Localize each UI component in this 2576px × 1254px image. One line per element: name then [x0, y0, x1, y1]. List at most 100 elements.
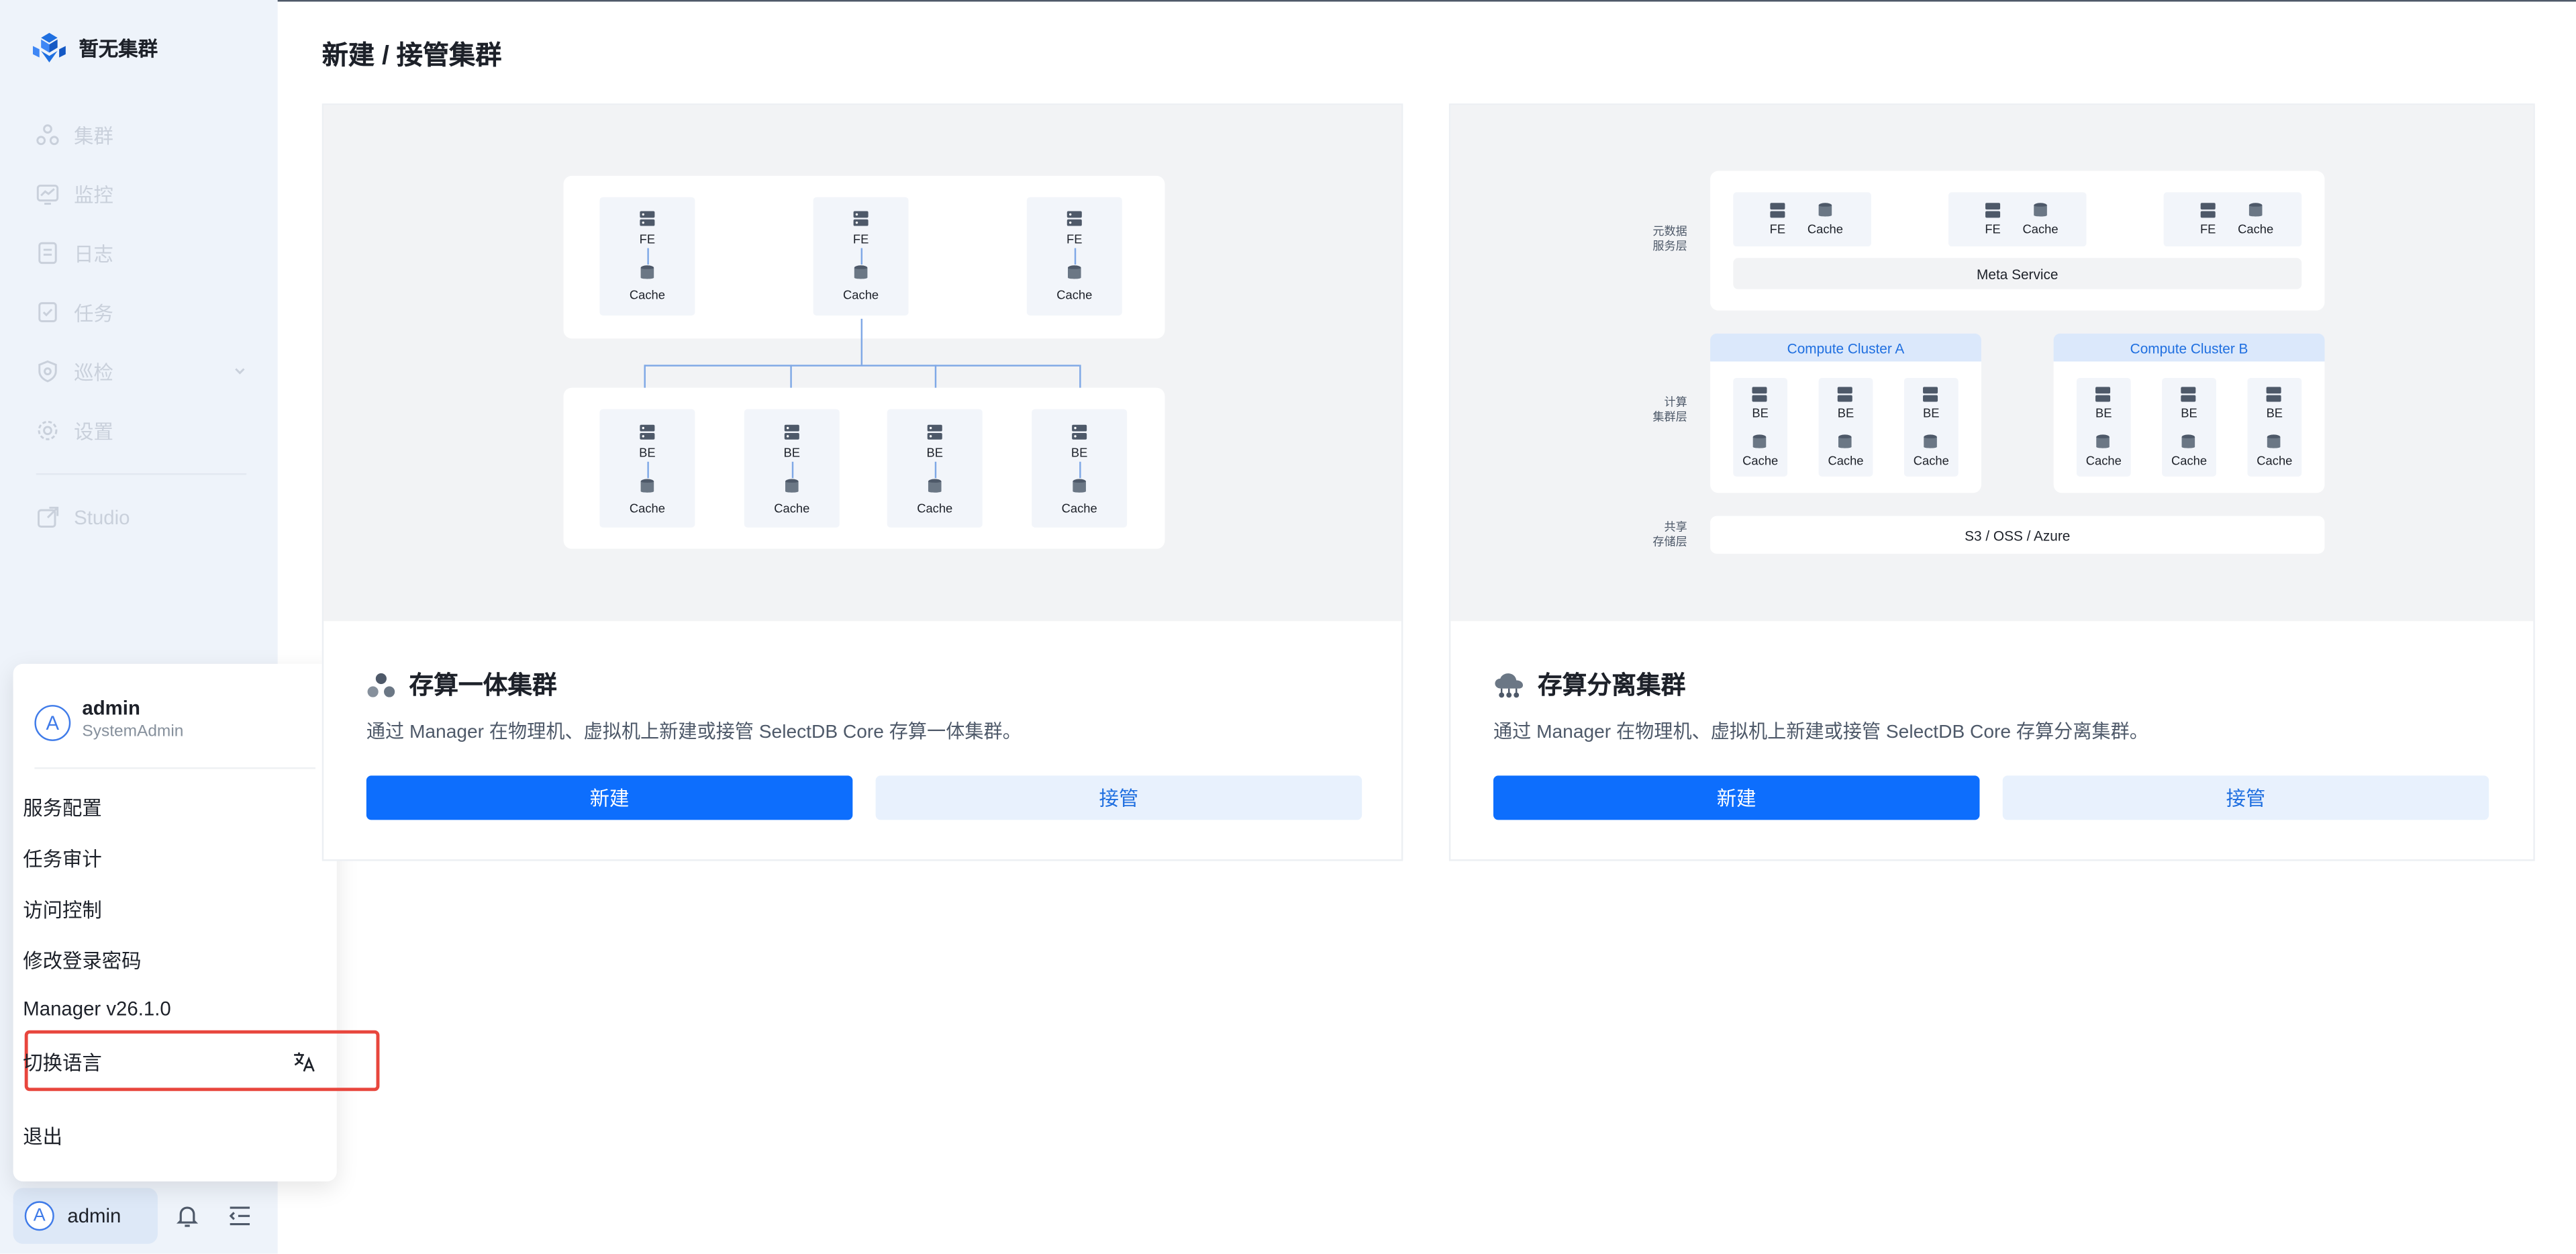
- fe-node: FE Cache: [813, 197, 909, 316]
- node-label: BE: [639, 445, 656, 461]
- node-label: Cache: [2085, 453, 2122, 469]
- database-icon: [2248, 203, 2263, 217]
- user-menu-trigger[interactable]: A admin: [13, 1188, 158, 1244]
- user-info: A admin SystemAdmin: [34, 697, 183, 741]
- takeover-button[interactable]: 接管: [875, 775, 1363, 820]
- be-node: BE Cache: [599, 409, 695, 528]
- menu-item-version: Manager v26.1.0: [23, 997, 171, 1021]
- database-icon: [2267, 434, 2281, 448]
- database-icon: [1068, 265, 1081, 279]
- sidebar-item-monitor[interactable]: 监控: [36, 164, 246, 224]
- storage-bar: S3 / OSS / Azure: [1710, 516, 2325, 554]
- menu-item-access-control[interactable]: 访问控制: [23, 896, 102, 924]
- menu-item-task-audit[interactable]: 任务审计: [23, 845, 102, 873]
- node-label: BE: [2266, 405, 2283, 421]
- server-icon: [1837, 387, 1852, 402]
- node-connector: [860, 248, 863, 265]
- layer-label-storage: 共享 存储层: [1652, 522, 1687, 549]
- menu-item-logout[interactable]: 退出: [23, 1122, 62, 1151]
- user-role: SystemAdmin: [82, 722, 184, 741]
- be-node: BE Cache: [1733, 377, 1788, 477]
- database-icon: [1818, 203, 1832, 217]
- monitor-icon: [36, 185, 59, 205]
- node-label: Cache: [629, 287, 665, 303]
- fe-node: FE Cache: [1026, 197, 1122, 316]
- settings-icon: [38, 420, 58, 440]
- node-connector: [647, 461, 649, 479]
- fe-cache-pair: FE Cache: [1733, 192, 1871, 247]
- node-label: Cache: [629, 501, 665, 516]
- fe-cache-pair: FE Cache: [1948, 192, 2087, 247]
- node-label: FE: [639, 232, 656, 247]
- server-icon: [1752, 387, 1767, 402]
- collapse-sidebar-icon[interactable]: [227, 1203, 253, 1229]
- brand-label: 暂无集群: [79, 37, 158, 60]
- fe-cache-pair: FE Cache: [2163, 192, 2302, 247]
- database-icon: [1924, 434, 1937, 448]
- node-connector: [934, 461, 937, 479]
- sidebar-item-log[interactable]: 日志: [36, 224, 246, 283]
- node-label: BE: [1837, 405, 1854, 421]
- server-icon: [640, 424, 655, 440]
- node-label: FE: [852, 232, 869, 247]
- node-label: Cache: [774, 501, 810, 516]
- meta-panel: FE Cache FE Cache FE Cache Meta Service: [1710, 171, 2325, 311]
- create-button[interactable]: 新建: [1493, 775, 1980, 820]
- be-node: BE Cache: [2162, 377, 2216, 477]
- node-label: Cache: [2022, 222, 2059, 237]
- sidebar-item-label: 设置: [74, 420, 113, 443]
- sidebar-item-task[interactable]: 任务: [36, 283, 246, 342]
- server-icon: [1770, 203, 1785, 218]
- page-title: 新建 / 接管集群: [321, 42, 502, 71]
- bell-icon[interactable]: [174, 1203, 200, 1229]
- node-label: BE: [1752, 405, 1769, 421]
- menu-item-change-password[interactable]: 修改登录密码: [23, 947, 141, 975]
- cloud-storage-icon: [1495, 672, 1524, 697]
- node-connector: [1079, 461, 1081, 479]
- sidebar-item-cluster[interactable]: 集群: [36, 105, 246, 164]
- server-icon: [1923, 387, 1938, 402]
- create-button[interactable]: 新建: [366, 775, 853, 820]
- database-icon: [1073, 479, 1086, 493]
- menu-item-switch-language[interactable]: 切换语言: [23, 1049, 102, 1077]
- node-label: Cache: [1807, 222, 1843, 237]
- card-title-text: 存算一体集群: [409, 672, 557, 700]
- external-link-icon: [38, 506, 59, 528]
- node-connector: [791, 461, 794, 479]
- layer-label-meta: 元数据 服务层: [1652, 226, 1687, 253]
- node-connector: [1074, 248, 1077, 265]
- be-node: BE Cache: [887, 409, 983, 528]
- sidebar-item-label: 集群: [74, 124, 113, 148]
- sidebar-item-label: 任务: [74, 301, 113, 325]
- sidebar-item-settings[interactable]: 设置: [36, 401, 246, 460]
- sidebar-nav: 集群 监控 日志 任务 巡检 设置 Studio: [36, 105, 247, 547]
- be-node: BE Cache: [744, 409, 840, 528]
- tree-connector: [860, 318, 863, 365]
- translate-icon[interactable]: [293, 1050, 315, 1073]
- window-top-border: [0, 0, 2576, 2]
- menu-item-service-config[interactable]: 服务配置: [23, 793, 102, 822]
- card-title: 存算分离集群: [1493, 667, 1685, 702]
- sidebar-item-label: 巡检: [74, 360, 113, 384]
- node-label: Cache: [2238, 222, 2274, 237]
- server-icon: [784, 424, 799, 440]
- log-icon: [38, 242, 57, 264]
- sidebar-item-inspection[interactable]: 巡检: [36, 342, 246, 401]
- be-node: BE Cache: [1903, 377, 1959, 477]
- compute-cluster-a: Compute Cluster A BE Cache BE Cache BE C…: [1710, 333, 1981, 493]
- database-icon: [640, 479, 654, 493]
- node-label: Cache: [1742, 453, 1779, 469]
- takeover-button[interactable]: 接管: [2002, 775, 2489, 820]
- avatar: A: [34, 705, 71, 741]
- card-description: 通过 Manager 在物理机、虚拟机上新建或接管 SelectDB Core …: [1493, 722, 2148, 743]
- tree-connector: [644, 365, 1080, 367]
- card-integrated-cluster: FE Cache FE Cache FE Cache BE Cache BE C…: [321, 103, 1403, 861]
- be-node: BE Cache: [2247, 377, 2302, 477]
- avatar: A: [24, 1201, 54, 1231]
- server-icon: [1985, 203, 2001, 218]
- card-separated-cluster: 元数据 服务层 计算 集群层 共享 存储层 FE Cache FE Cache: [1448, 103, 2535, 861]
- sidebar-item-studio[interactable]: Studio: [36, 488, 246, 547]
- cluster-switcher[interactable]: 暂无集群: [32, 32, 158, 63]
- node-label: BE: [1071, 445, 1088, 461]
- cube-logo-icon: [32, 32, 66, 63]
